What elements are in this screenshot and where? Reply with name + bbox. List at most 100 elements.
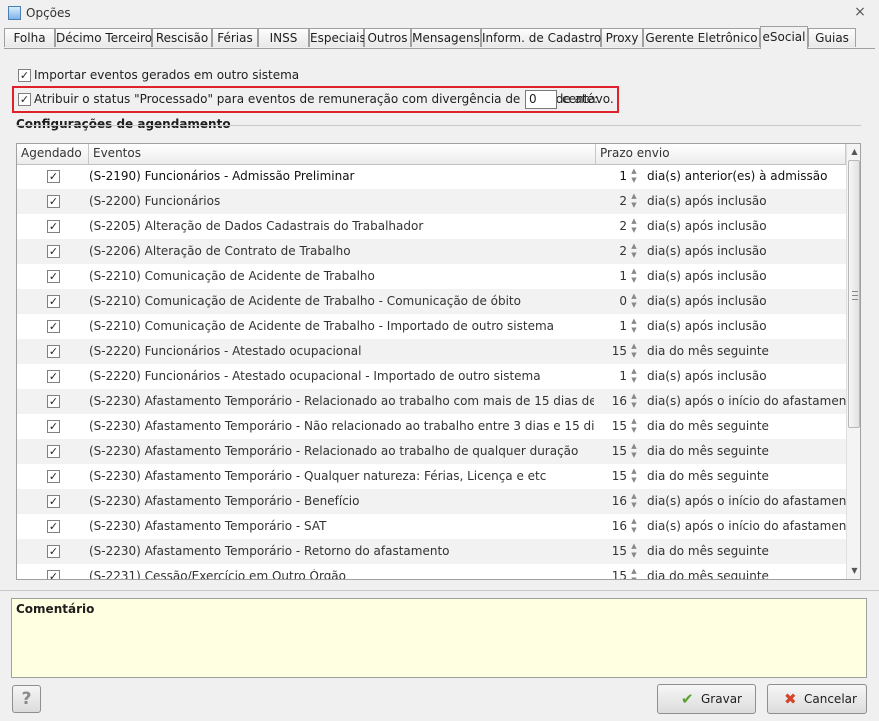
table-row[interactable]: ✓ (S-2230) Afastamento Temporário - SAT 16… xyxy=(17,514,858,539)
column-header-agendado[interactable]: Agendado xyxy=(17,144,89,164)
prazo-value[interactable]: 15 xyxy=(597,569,627,579)
agendado-checkbox[interactable]: ✓ xyxy=(47,345,60,358)
prazo-value[interactable]: 1 xyxy=(597,169,627,183)
tab-gerente-eletr-nico[interactable]: Gerente Eletrônico xyxy=(643,28,760,47)
event-name: (S-2200) Funcionários xyxy=(89,194,221,208)
prazo-value[interactable]: 2 xyxy=(597,219,627,233)
spinner-icon[interactable]: ▲ ▼ xyxy=(629,492,639,511)
tab-mensagens[interactable]: Mensagens xyxy=(411,28,481,47)
tab-proxy[interactable]: Proxy xyxy=(601,28,643,47)
cancel-button[interactable]: ✖ Cancelar xyxy=(767,684,867,714)
window-title: Opções xyxy=(26,6,71,20)
table-row[interactable]: ✓ (S-2230) Afastamento Temporário - Não r… xyxy=(17,414,846,439)
spinner-icon[interactable]: ▲ ▼ xyxy=(629,217,639,236)
agendado-checkbox[interactable]: ✓ xyxy=(47,395,60,408)
prazo-value[interactable]: 2 xyxy=(597,244,627,258)
agendado-checkbox[interactable]: ✓ xyxy=(47,520,60,533)
prazo-value[interactable]: 1 xyxy=(597,269,627,283)
prazo-value[interactable]: 1 xyxy=(597,319,627,333)
prazo-value[interactable]: 15 xyxy=(597,344,627,358)
table-row[interactable]: ✓ (S-2230) Afastamento Temporário - Qualq… xyxy=(17,464,846,489)
agendado-checkbox[interactable]: ✓ xyxy=(47,245,60,258)
close-icon[interactable]: × xyxy=(852,4,868,20)
table-row[interactable]: ✓ (S-2200) Funcionários 2 ▲ ▼ dia(s) após inc… xyxy=(17,189,846,214)
prazo-value[interactable]: 15 xyxy=(597,469,627,483)
prazo-value[interactable]: 15 xyxy=(597,444,627,458)
table-row[interactable]: ✓ (S-2230) Afastamento Temporário - Relac… xyxy=(17,439,846,464)
spinner-icon[interactable]: ▲ ▼ xyxy=(629,292,639,311)
tab-folha[interactable]: Folha xyxy=(4,28,55,47)
tab-inform-de-cadastro[interactable]: Inform. de Cadastro xyxy=(481,28,601,47)
prazo-value[interactable]: 15 xyxy=(597,419,627,433)
column-header-prazo[interactable]: Prazo envio xyxy=(596,144,846,164)
agendado-checkbox[interactable]: ✓ xyxy=(47,170,60,183)
table-row[interactable]: ✓ (S-2230) Afastamento Temporário - Relac… xyxy=(17,389,858,414)
help-button[interactable]: ? xyxy=(12,685,41,713)
tab-outros[interactable]: Outros xyxy=(364,28,411,47)
spinner-icon[interactable]: ▲ ▼ xyxy=(629,467,639,486)
prazo-value[interactable]: 2 xyxy=(597,194,627,208)
table-row[interactable]: ✓ (S-2210) Comunicação de Acidente de Tra… xyxy=(17,314,846,339)
agendado-checkbox[interactable]: ✓ xyxy=(47,320,60,333)
prazo-value[interactable]: 15 xyxy=(597,544,627,558)
scroll-up-icon[interactable]: ▲ xyxy=(847,144,860,159)
agendado-checkbox[interactable]: ✓ xyxy=(47,270,60,283)
table-row[interactable]: ✓ (S-2230) Afastamento Temporário - Retor… xyxy=(17,539,846,564)
agendado-checkbox[interactable]: ✓ xyxy=(47,545,60,558)
save-button[interactable]: ✔ Gravar xyxy=(657,684,756,714)
tab-inss[interactable]: INSS xyxy=(258,28,309,47)
tab-d-cimo-terceiro[interactable]: Décimo Terceiro xyxy=(55,28,152,47)
table-row[interactable]: ✓ (S-2205) Alteração de Dados Cadastrais … xyxy=(17,214,846,239)
table-row[interactable]: ✓ (S-2231) Cessão/Exercício em Outro Órgã… xyxy=(17,564,846,579)
comment-box[interactable]: Comentário xyxy=(11,598,867,678)
prazo-value[interactable]: 16 xyxy=(597,394,627,408)
spinner-icon[interactable]: ▲ ▼ xyxy=(629,242,639,261)
spinner-icon[interactable]: ▲ ▼ xyxy=(629,417,639,436)
agendado-checkbox[interactable]: ✓ xyxy=(47,195,60,208)
table-row[interactable]: ✓ (S-2210) Comunicação de Acidente de Tra… xyxy=(17,264,846,289)
inss-divergence-input[interactable]: 0 xyxy=(525,90,557,109)
tab-esocial[interactable]: eSocial xyxy=(760,26,808,49)
table-row[interactable]: ✓ (S-2206) Alteração de Contrato de Traba… xyxy=(17,239,846,264)
spinner-icon[interactable]: ▲ ▼ xyxy=(629,442,639,461)
prazo-value[interactable]: 1 xyxy=(597,369,627,383)
processed-status-checkbox[interactable]: ✓ xyxy=(18,93,31,106)
spinner-icon[interactable]: ▲ ▼ xyxy=(629,342,639,361)
agendado-checkbox[interactable]: ✓ xyxy=(47,570,60,579)
section-title: Configurações de agendamento xyxy=(16,117,231,131)
spinner-icon[interactable]: ▲ ▼ xyxy=(629,267,639,286)
table-row[interactable]: ✓ (S-2190) Funcionários - Admissão Prelim… xyxy=(17,164,846,189)
column-header-eventos[interactable]: Eventos xyxy=(89,144,596,164)
spinner-icon[interactable]: ▲ ▼ xyxy=(629,167,639,186)
table-row[interactable]: ✓ (S-2210) Comunicação de Acidente de Tra… xyxy=(17,289,846,314)
tab-f-rias[interactable]: Férias xyxy=(212,28,258,47)
table-row[interactable]: ✓ (S-2220) Funcionários - Atestado ocupac… xyxy=(17,364,846,389)
agendado-checkbox[interactable]: ✓ xyxy=(47,445,60,458)
spinner-icon[interactable]: ▲ ▼ xyxy=(629,317,639,336)
spinner-icon[interactable]: ▲ ▼ xyxy=(629,567,639,579)
spinner-icon[interactable]: ▲ ▼ xyxy=(629,367,639,386)
tab-rescis-o[interactable]: Rescisão xyxy=(152,28,212,47)
scroll-down-icon[interactable]: ▼ xyxy=(847,563,860,578)
tab-especiais[interactable]: Especiais xyxy=(309,28,366,47)
import-events-checkbox[interactable]: ✓ xyxy=(18,69,31,82)
agendado-checkbox[interactable]: ✓ xyxy=(47,370,60,383)
prazo-value[interactable]: 16 xyxy=(597,494,627,508)
vertical-scrollbar[interactable]: ▲ ▼ xyxy=(846,144,860,579)
table-row[interactable]: ✓ (S-2220) Funcionários - Atestado ocupac… xyxy=(17,339,846,364)
tab-guias[interactable]: Guias xyxy=(808,28,856,47)
spinner-icon[interactable]: ▲ ▼ xyxy=(629,192,639,211)
spinner-icon[interactable]: ▲ ▼ xyxy=(629,392,639,411)
table-row[interactable]: ✓ (S-2230) Afastamento Temporário - Benef… xyxy=(17,489,858,514)
spinner-icon[interactable]: ▲ ▼ xyxy=(629,542,639,561)
scrollbar-thumb[interactable] xyxy=(848,160,860,428)
agendado-checkbox[interactable]: ✓ xyxy=(47,295,60,308)
splitter[interactable] xyxy=(0,590,879,591)
prazo-value[interactable]: 16 xyxy=(597,519,627,533)
agendado-checkbox[interactable]: ✓ xyxy=(47,420,60,433)
agendado-checkbox[interactable]: ✓ xyxy=(47,220,60,233)
agendado-checkbox[interactable]: ✓ xyxy=(47,495,60,508)
prazo-value[interactable]: 0 xyxy=(597,294,627,308)
spinner-icon[interactable]: ▲ ▼ xyxy=(629,517,639,536)
agendado-checkbox[interactable]: ✓ xyxy=(47,470,60,483)
